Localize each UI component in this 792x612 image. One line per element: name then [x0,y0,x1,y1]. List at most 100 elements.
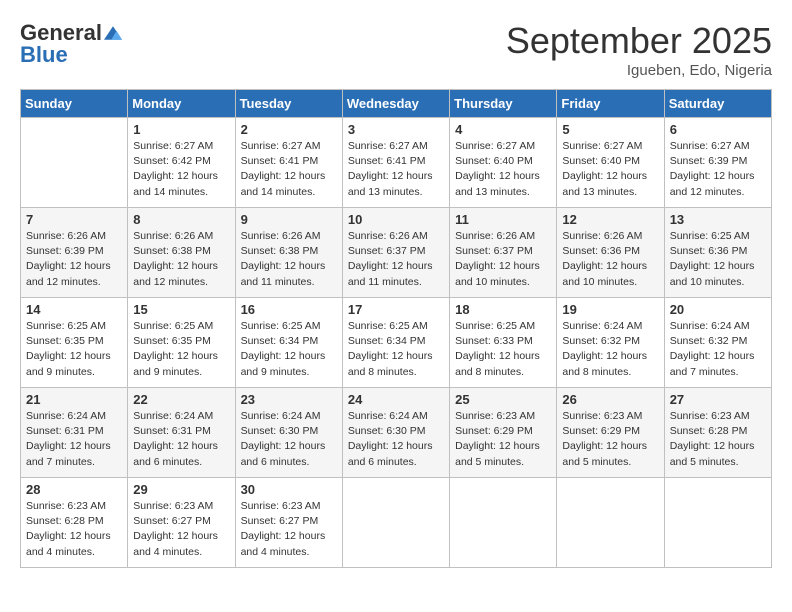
day-info: Sunrise: 6:23 AM Sunset: 6:28 PM Dayligh… [26,499,122,560]
day-info: Sunrise: 6:24 AM Sunset: 6:30 PM Dayligh… [348,409,444,470]
day-info: Sunrise: 6:25 AM Sunset: 6:36 PM Dayligh… [670,229,766,290]
calendar-week-row: 28 Sunrise: 6:23 AM Sunset: 6:28 PM Dayli… [21,478,772,568]
day-number: 2 [241,122,337,137]
day-info: Sunrise: 6:24 AM Sunset: 6:32 PM Dayligh… [562,319,658,380]
day-number: 14 [26,302,122,317]
day-number: 8 [133,212,229,227]
calendar-cell: 28 Sunrise: 6:23 AM Sunset: 6:28 PM Dayli… [21,478,128,568]
calendar-cell: 22Sunrise: 6:24 AM Sunset: 6:31 PM Dayli… [128,388,235,478]
calendar-cell: 20 Sunrise: 6:24 AM Sunset: 6:32 PM Dayli… [664,298,771,388]
calendar-cell [342,478,449,568]
day-info: Sunrise: 6:23 AM Sunset: 6:29 PM Dayligh… [455,409,551,470]
weekday-header-row: SundayMondayTuesdayWednesdayThursdayFrid… [21,90,772,118]
day-info: Sunrise: 6:27 AM Sunset: 6:40 PM Dayligh… [455,139,551,200]
day-info: Sunrise: 6:27 AM Sunset: 6:39 PM Dayligh… [670,139,766,200]
day-number: 28 [26,482,122,497]
calendar-cell [664,478,771,568]
calendar-cell: 13 Sunrise: 6:25 AM Sunset: 6:36 PM Dayli… [664,208,771,298]
day-number: 30 [241,482,337,497]
day-info: Sunrise: 6:26 AM Sunset: 6:38 PM Dayligh… [133,229,229,290]
day-info: Sunrise: 6:26 AM Sunset: 6:36 PM Dayligh… [562,229,658,290]
day-info: Sunrise: 6:24 AM Sunset: 6:31 PM Dayligh… [26,409,122,470]
day-info: Sunrise: 6:27 AM Sunset: 6:42 PM Dayligh… [133,139,229,200]
day-info: Sunrise: 6:26 AM Sunset: 6:37 PM Dayligh… [348,229,444,290]
day-number: 15 [133,302,229,317]
logo-blue: Blue [20,42,68,68]
calendar-cell: 7 Sunrise: 6:26 AM Sunset: 6:39 PM Daylig… [21,208,128,298]
day-info: Sunrise: 6:26 AM Sunset: 6:39 PM Dayligh… [26,229,122,290]
day-number: 22 [133,392,229,407]
day-number: 11 [455,212,551,227]
day-info: Sunrise: 6:26 AM Sunset: 6:37 PM Dayligh… [455,229,551,290]
calendar-cell: 1 Sunrise: 6:27 AM Sunset: 6:42 PM Daylig… [128,118,235,208]
day-number: 13 [670,212,766,227]
calendar-cell: 14Sunrise: 6:25 AM Sunset: 6:35 PM Dayli… [21,298,128,388]
day-number: 5 [562,122,658,137]
calendar-cell [21,118,128,208]
calendar-cell: 2 Sunrise: 6:27 AM Sunset: 6:41 PM Daylig… [235,118,342,208]
day-number: 7 [26,212,122,227]
day-number: 20 [670,302,766,317]
day-number: 21 [26,392,122,407]
day-number: 25 [455,392,551,407]
day-info: Sunrise: 6:24 AM Sunset: 6:30 PM Dayligh… [241,409,337,470]
calendar-week-row: 7 Sunrise: 6:26 AM Sunset: 6:39 PM Daylig… [21,208,772,298]
weekday-header: Sunday [21,90,128,118]
day-number: 16 [241,302,337,317]
calendar-cell: 18Sunrise: 6:25 AM Sunset: 6:33 PM Dayli… [450,298,557,388]
day-info: Sunrise: 6:27 AM Sunset: 6:41 PM Dayligh… [241,139,337,200]
weekday-header: Saturday [664,90,771,118]
calendar-cell: 8 Sunrise: 6:26 AM Sunset: 6:38 PM Daylig… [128,208,235,298]
day-info: Sunrise: 6:26 AM Sunset: 6:38 PM Dayligh… [241,229,337,290]
day-info: Sunrise: 6:25 AM Sunset: 6:34 PM Dayligh… [348,319,444,380]
calendar-cell: 17 Sunrise: 6:25 AM Sunset: 6:34 PM Dayli… [342,298,449,388]
calendar-cell: 27 Sunrise: 6:23 AM Sunset: 6:28 PM Dayli… [664,388,771,478]
day-info: Sunrise: 6:23 AM Sunset: 6:27 PM Dayligh… [241,499,337,560]
day-number: 27 [670,392,766,407]
day-number: 29 [133,482,229,497]
day-number: 1 [133,122,229,137]
calendar-week-row: 14 Sunrise: 6:25 AM Sunset: 6:35 PM Dayli… [21,298,772,388]
day-number: 23 [241,392,337,407]
day-info: Sunrise: 6:27 AM Sunset: 6:41 PM Dayligh… [348,139,444,200]
month-title: September 2025 [506,20,772,62]
logo: General Blue [20,20,122,68]
day-info: Sunrise: 6:23 AM Sunset: 6:28 PM Dayligh… [670,409,766,470]
day-number: 9 [241,212,337,227]
calendar-cell: 24Sunrise: 6:24 AM Sunset: 6:30 PM Dayli… [342,388,449,478]
day-info: Sunrise: 6:25 AM Sunset: 6:35 PM Dayligh… [133,319,229,380]
calendar-cell: 5Sunrise: 6:27 AM Sunset: 6:40 PM Daylig… [557,118,664,208]
day-info: Sunrise: 6:25 AM Sunset: 6:34 PM Dayligh… [241,319,337,380]
calendar-cell: 11 Sunrise: 6:26 AM Sunset: 6:37 PM Dayli… [450,208,557,298]
calendar-cell: 30 Sunrise: 6:23 AM Sunset: 6:27 PM Dayli… [235,478,342,568]
day-info: Sunrise: 6:23 AM Sunset: 6:27 PM Dayligh… [133,499,229,560]
calendar-cell: 9 Sunrise: 6:26 AM Sunset: 6:38 PM Daylig… [235,208,342,298]
calendar-cell: 19 Sunrise: 6:24 AM Sunset: 6:32 PM Dayli… [557,298,664,388]
weekday-header: Tuesday [235,90,342,118]
calendar-cell: 15 Sunrise: 6:25 AM Sunset: 6:35 PM Dayli… [128,298,235,388]
day-info: Sunrise: 6:24 AM Sunset: 6:32 PM Dayligh… [670,319,766,380]
location: Igueben, Edo, Nigeria [506,62,772,79]
calendar-cell: 21 Sunrise: 6:24 AM Sunset: 6:31 PM Dayli… [21,388,128,478]
calendar-cell: 3Sunrise: 6:27 AM Sunset: 6:41 PM Daylig… [342,118,449,208]
day-number: 12 [562,212,658,227]
logo-icon [104,26,122,40]
calendar-cell: 26Sunrise: 6:23 AM Sunset: 6:29 PM Dayli… [557,388,664,478]
day-number: 17 [348,302,444,317]
day-info: Sunrise: 6:25 AM Sunset: 6:33 PM Dayligh… [455,319,551,380]
calendar-cell: 16 Sunrise: 6:25 AM Sunset: 6:34 PM Dayli… [235,298,342,388]
calendar-cell: 4Sunrise: 6:27 AM Sunset: 6:40 PM Daylig… [450,118,557,208]
calendar-table: SundayMondayTuesdayWednesdayThursdayFrid… [20,89,772,568]
weekday-header: Thursday [450,90,557,118]
calendar-cell: 29 Sunrise: 6:23 AM Sunset: 6:27 PM Dayli… [128,478,235,568]
calendar-cell: 6Sunrise: 6:27 AM Sunset: 6:39 PM Daylig… [664,118,771,208]
day-number: 19 [562,302,658,317]
weekday-header: Monday [128,90,235,118]
calendar-cell [450,478,557,568]
day-number: 10 [348,212,444,227]
weekday-header: Friday [557,90,664,118]
calendar-cell [557,478,664,568]
day-number: 26 [562,392,658,407]
weekday-header: Wednesday [342,90,449,118]
calendar-cell: 23 Sunrise: 6:24 AM Sunset: 6:30 PM Dayli… [235,388,342,478]
